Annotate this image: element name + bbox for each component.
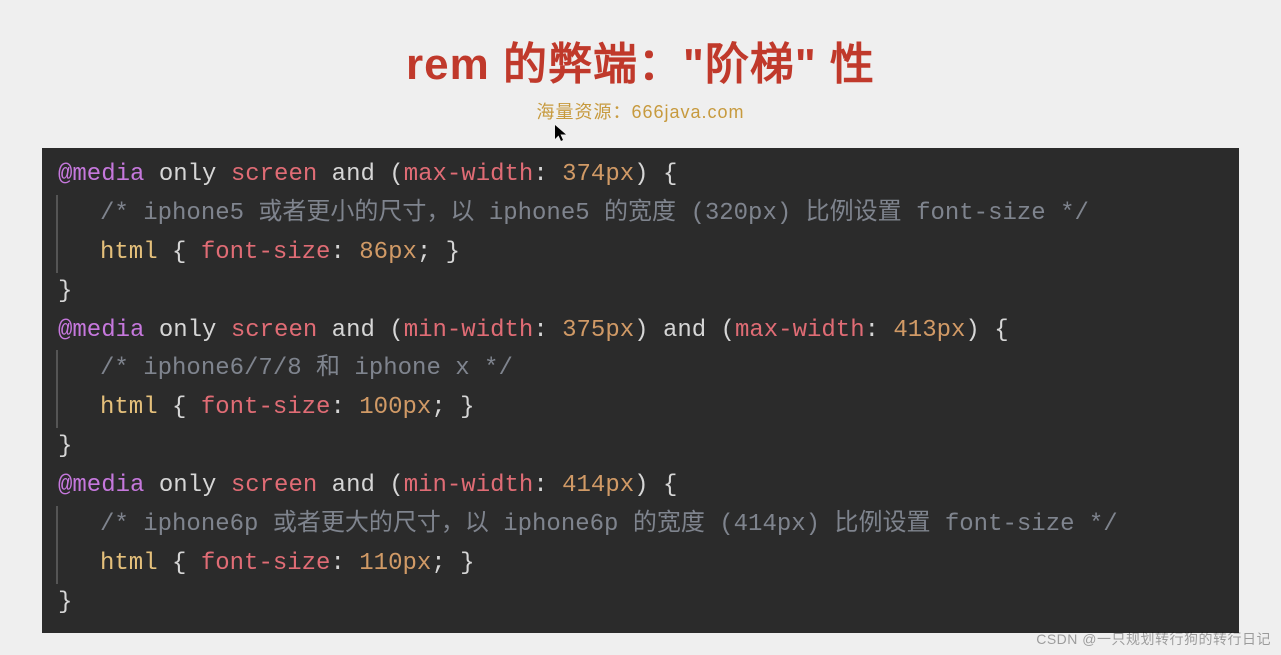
- token-plain: and (: [317, 472, 403, 499]
- token-value: 414px: [562, 472, 634, 499]
- token-comment: /* iphone6/7/8 和 iphone x */: [100, 355, 513, 382]
- token-value: 110px: [359, 550, 431, 577]
- token-brace: ; }: [431, 550, 474, 577]
- code-line: }: [42, 273, 1239, 312]
- token-value: 100px: [359, 394, 431, 421]
- token-plain: :: [330, 394, 359, 421]
- token-brace: ) {: [965, 317, 1008, 344]
- token-comment: /* iphone5 或者更小的尺寸，以 iphone5 的宽度 (320px)…: [100, 200, 1089, 227]
- token-keyword: @media: [58, 161, 144, 188]
- token-value: 375px: [562, 317, 634, 344]
- token-brace: ) {: [634, 472, 677, 499]
- code-line: /* iphone6p 或者更大的尺寸，以 iphone6p 的宽度 (414p…: [56, 506, 1239, 545]
- token-brace: {: [158, 394, 201, 421]
- token-brace: }: [58, 278, 72, 305]
- token-property: max-width: [735, 317, 865, 344]
- code-line: @media only screen and (min-width: 414px…: [42, 467, 1239, 506]
- token-keyword: @media: [58, 472, 144, 499]
- token-value: 86px: [359, 239, 417, 266]
- token-type: screen: [231, 161, 317, 188]
- token-plain: only: [144, 472, 230, 499]
- mouse-cursor-icon: [554, 124, 568, 142]
- token-brace: }: [58, 433, 72, 460]
- token-property: min-width: [404, 317, 534, 344]
- token-selector: html: [100, 394, 158, 421]
- token-brace: ) {: [634, 161, 677, 188]
- token-plain: :: [330, 550, 359, 577]
- token-plain: and (: [317, 161, 403, 188]
- token-plain: :: [330, 239, 359, 266]
- code-line: html { font-size: 110px; }: [56, 545, 1239, 584]
- code-line: @media only screen and (min-width: 375px…: [42, 312, 1239, 351]
- token-plain: and (: [317, 317, 403, 344]
- token-brace: }: [58, 589, 72, 616]
- token-plain: :: [865, 317, 894, 344]
- token-property: font-size: [201, 394, 331, 421]
- token-plain: ) and (: [634, 317, 735, 344]
- token-property: min-width: [404, 472, 534, 499]
- token-selector: html: [100, 239, 158, 266]
- token-brace: ; }: [431, 394, 474, 421]
- token-plain: :: [533, 472, 562, 499]
- watermark: CSDN @一只规划转行狗的转行日记: [1036, 629, 1271, 649]
- slide-subtitle: 海量资源：666java.com: [0, 98, 1281, 124]
- token-brace: {: [158, 550, 201, 577]
- token-keyword: @media: [58, 317, 144, 344]
- code-block: @media only screen and (max-width: 374px…: [42, 148, 1239, 633]
- token-comment: /* iphone6p 或者更大的尺寸，以 iphone6p 的宽度 (414p…: [100, 511, 1118, 538]
- token-property: font-size: [201, 550, 331, 577]
- token-value: 413px: [893, 317, 965, 344]
- code-line: /* iphone5 或者更小的尺寸，以 iphone5 的宽度 (320px)…: [56, 195, 1239, 234]
- code-line: html { font-size: 86px; }: [56, 234, 1239, 273]
- code-line: @media only screen and (max-width: 374px…: [42, 156, 1239, 195]
- code-line: }: [42, 584, 1239, 623]
- token-property: font-size: [201, 239, 331, 266]
- token-type: screen: [231, 317, 317, 344]
- token-plain: :: [533, 317, 562, 344]
- token-plain: only: [144, 317, 230, 344]
- code-line: /* iphone6/7/8 和 iphone x */: [56, 350, 1239, 389]
- token-type: screen: [231, 472, 317, 499]
- token-brace: {: [158, 239, 201, 266]
- token-plain: only: [144, 161, 230, 188]
- token-plain: :: [533, 161, 562, 188]
- code-line: }: [42, 428, 1239, 467]
- token-value: 374px: [562, 161, 634, 188]
- token-brace: ; }: [417, 239, 460, 266]
- code-line: html { font-size: 100px; }: [56, 389, 1239, 428]
- slide-title: rem 的弊端："阶梯" 性: [0, 0, 1281, 92]
- token-selector: html: [100, 550, 158, 577]
- token-property: max-width: [404, 161, 534, 188]
